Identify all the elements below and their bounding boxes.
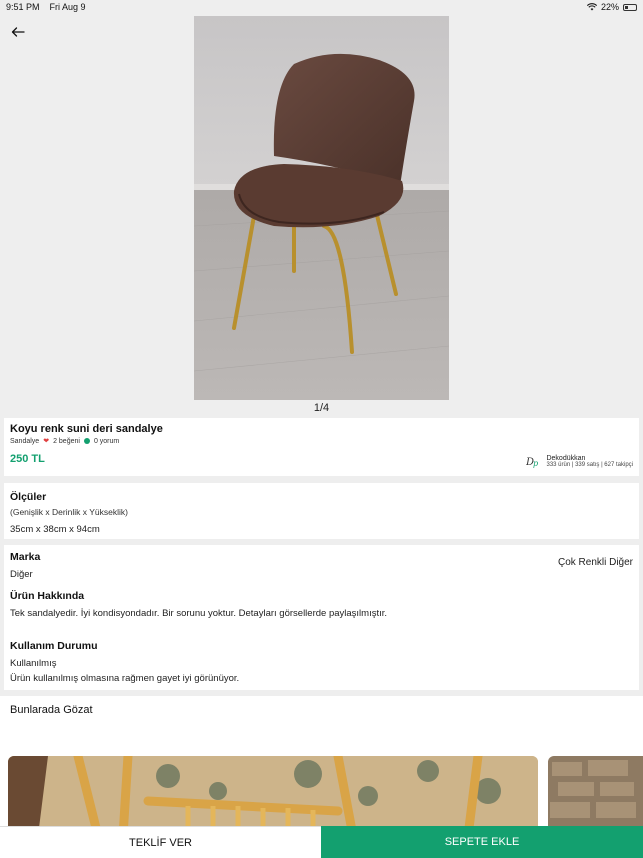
brand-value: Diğer <box>10 569 33 580</box>
product-title: Koyu renk suni deri sandalye <box>10 423 163 435</box>
svg-text:p: p <box>533 459 538 468</box>
related-product-card[interactable] <box>548 756 643 836</box>
seller-info[interactable]: D p Dekodükkan 333 ürün | 339 satış | 62… <box>526 454 633 469</box>
usage-text: Ürün kullanılmış olmasına rağmen gayet i… <box>10 673 240 684</box>
status-right: 22% <box>586 2 637 12</box>
related-product-card[interactable] <box>8 756 538 836</box>
wifi-icon <box>586 3 597 11</box>
product-category[interactable]: Sandalye <box>10 438 39 445</box>
browse-section: Bunlarada Gözat <box>0 696 643 836</box>
seller-logo-icon: D p <box>526 457 538 468</box>
dimensions-card: Ölçüler (Genişlik x Derinlik x Yükseklik… <box>4 483 639 539</box>
related-product-image <box>8 756 538 836</box>
seller-name: Dekodükkan <box>546 454 586 462</box>
dimensions-title: Ölçüler <box>10 491 47 503</box>
seller-text: Dekodükkan 333 ürün | 339 satış | 627 ta… <box>546 455 633 468</box>
product-info-card: Koyu renk suni deri sandalye Sandalye ❤ … <box>4 418 639 476</box>
battery-percent: 22% <box>600 2 619 12</box>
chair-photo <box>194 16 449 400</box>
color-value: Çok Renkli Diğer <box>557 557 633 568</box>
status-bar: 9:51 PM Fri Aug 9 22% <box>0 0 643 14</box>
related-product-image <box>548 756 643 836</box>
seller-stats: 333 ürün | 339 satış | 627 takipçi <box>546 461 633 468</box>
heart-icon: ❤ <box>43 438 50 445</box>
usage-value: Kullanılmış <box>10 658 57 669</box>
battery-icon <box>623 3 637 11</box>
back-button[interactable] <box>6 20 30 44</box>
arrow-left-icon <box>11 27 25 37</box>
product-price: 250 TL <box>10 453 45 465</box>
comment-icon <box>83 438 90 444</box>
dimensions-value: 35cm x 38cm x 94cm <box>10 524 100 535</box>
details-card: Marka Diğer Çok Renkli Diğer Ürün Hakkın… <box>4 545 639 690</box>
image-counter: 1/4 <box>313 402 330 414</box>
product-image[interactable] <box>194 16 449 400</box>
brand-label: Marka <box>10 551 41 563</box>
about-label: Ürün Hakkında <box>10 590 85 602</box>
usage-label: Kullanım Durumu <box>10 640 98 652</box>
about-text: Tek sandalyedir. İyi kondisyondadır. Bir… <box>10 608 388 619</box>
product-comments[interactable]: 0 yorum <box>94 438 119 445</box>
product-meta: Sandalye ❤ 2 beğeni 0 yorum <box>10 437 119 446</box>
make-offer-button[interactable]: TEKLİF VER <box>0 826 321 858</box>
product-likes[interactable]: 2 beğeni <box>53 438 80 445</box>
status-date: Fri Aug 9 <box>49 2 86 12</box>
bottom-action-bar: TEKLİF VER SEPETE EKLE <box>0 826 643 858</box>
add-to-cart-button[interactable]: SEPETE EKLE <box>321 826 643 858</box>
status-time: 9:51 PM <box>6 2 40 12</box>
dimensions-subtitle: (Genişlik x Derinlik x Yükseklik) <box>10 507 128 517</box>
browse-title: Bunlarada Gözat <box>10 704 93 716</box>
